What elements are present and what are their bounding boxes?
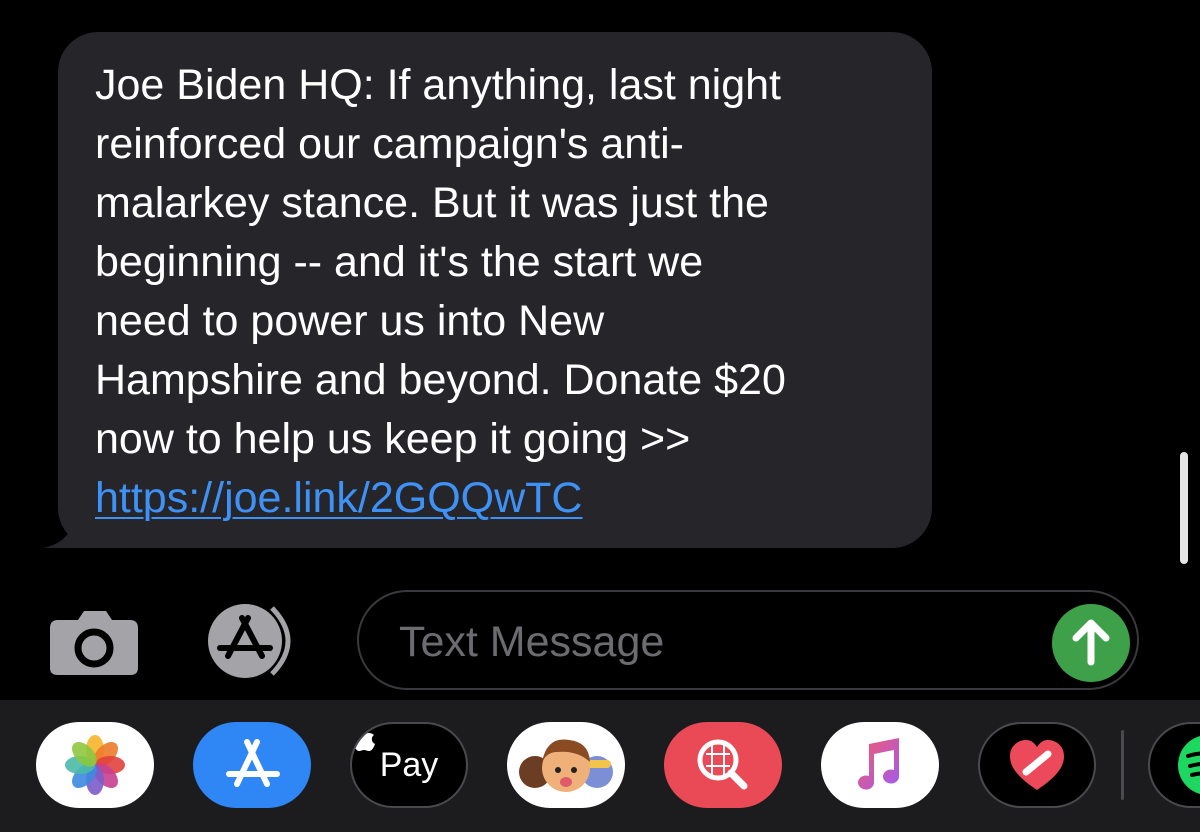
- camera-icon[interactable]: [48, 608, 140, 676]
- digital-touch-app-icon[interactable]: [978, 722, 1096, 808]
- arrow-up-icon: [1072, 619, 1110, 666]
- app-store-app-icon[interactable]: [193, 722, 311, 808]
- music-app-icon[interactable]: [821, 722, 939, 808]
- message-body: Joe Biden HQ: If anything, last night re…: [95, 61, 786, 463]
- apple-pay-app-icon[interactable]: Pay: [350, 722, 468, 808]
- message-input[interactable]: [397, 612, 1041, 672]
- send-button[interactable]: [1052, 604, 1130, 682]
- image-search-app-icon[interactable]: [664, 722, 782, 808]
- apple-pay-label: Pay: [352, 724, 466, 806]
- pay-text: Pay: [379, 745, 439, 784]
- message-text: Joe Biden HQ: If anything, last night re…: [95, 56, 925, 528]
- apple-logo-icon: [353, 725, 375, 751]
- scroll-indicator[interactable]: [1180, 452, 1188, 564]
- message-link[interactable]: https://joe.link/2GQQwTC: [95, 474, 583, 522]
- message-text-field[interactable]: [357, 590, 1139, 690]
- drawer-divider: [1121, 730, 1124, 800]
- photos-app-icon[interactable]: [36, 722, 154, 808]
- app-store-icon[interactable]: [202, 604, 308, 678]
- memoji-app-icon[interactable]: [507, 722, 625, 808]
- previous-timestamp-fragment: [560, 0, 600, 6]
